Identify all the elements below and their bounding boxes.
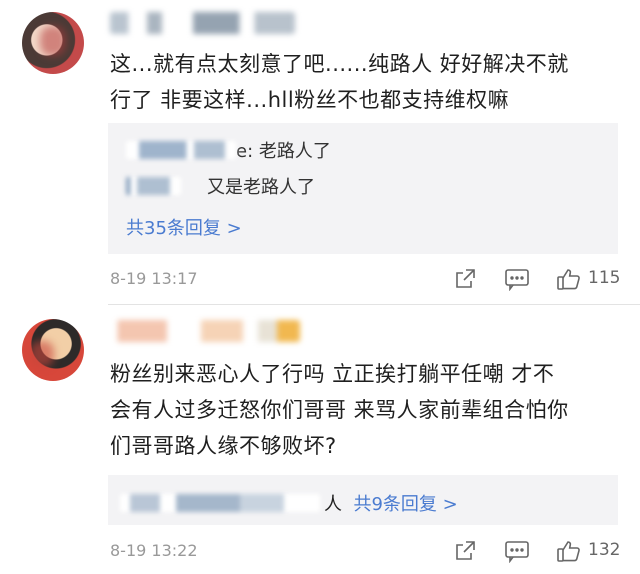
comment-button[interactable]: [502, 536, 532, 566]
reply-box: e: 老路人了 又是老路人了 共35条回复 >: [108, 123, 618, 254]
comment-item: 粉丝别来恶心人了行吗 立正挨打躺平任嘲 才不 会有人过多迁怒你们哥哥 来骂人家前…: [0, 305, 640, 574]
thumbs-up-icon: [557, 541, 580, 562]
more-replies-link[interactable]: 共9条回复 >: [353, 494, 457, 515]
reply-summary: 人 共9条回复 >: [120, 490, 458, 516]
comment-meta: 8-19 13:22 132: [0, 536, 640, 566]
reply-item: 又是老路人了: [126, 173, 315, 199]
comment-text-line: 行了 非要这样...hll粉丝不也都支持维权嘛: [110, 88, 510, 112]
comment-text-line: 会有人过多迁怒你们哥哥 来骂人家前辈组合怕你: [110, 398, 569, 422]
like-button[interactable]: [554, 536, 584, 566]
more-replies-link[interactable]: 共35条回复 >: [126, 214, 242, 240]
comment-text-line: 粉丝别来恶心人了行吗 立正挨打躺平任嘲 才不: [110, 362, 555, 386]
reply-username-blurred[interactable]: [126, 177, 181, 195]
comment-text-line: 们哥哥路人缘不够败坏?: [110, 434, 337, 458]
avatar[interactable]: [22, 12, 84, 74]
reply-text: e: 老路人了: [236, 141, 331, 162]
like-count: 115: [588, 268, 621, 288]
comment-button[interactable]: [502, 264, 532, 294]
comment-feed: 这...就有点太刻意了吧......纯路人 好好解决不就 行了 非要这样...h…: [0, 0, 640, 574]
timestamp: 8-19 13:22: [110, 541, 198, 560]
comment-text: 粉丝别来恶心人了行吗 立正挨打躺平任嘲 才不 会有人过多迁怒你们哥哥 来骂人家前…: [110, 356, 610, 464]
thumbs-up-icon: [557, 269, 580, 290]
reply-username-blurred[interactable]: [126, 141, 236, 159]
reply-username-blurred[interactable]: [120, 494, 320, 512]
share-icon: [456, 541, 475, 560]
username-blurred[interactable]: [110, 320, 300, 342]
reply-text: 又是老路人了: [207, 177, 315, 198]
like-button[interactable]: [554, 264, 584, 294]
comment-text-line: 这...就有点太刻意了吧......纯路人 好好解决不就: [110, 52, 569, 76]
share-icon: [456, 269, 475, 288]
comment-item: 这...就有点太刻意了吧......纯路人 好好解决不就 行了 非要这样...h…: [0, 0, 640, 305]
like-count: 132: [588, 540, 621, 560]
username-blurred[interactable]: [110, 12, 295, 34]
timestamp: 8-19 13:17: [110, 269, 198, 288]
comment-text: 这...就有点太刻意了吧......纯路人 好好解决不就 行了 非要这样...h…: [110, 46, 610, 118]
reply-item: e: 老路人了: [126, 137, 331, 163]
share-button[interactable]: [450, 264, 480, 294]
comment-icon: [505, 541, 529, 563]
reply-text: 人: [324, 494, 342, 515]
share-button[interactable]: [450, 536, 480, 566]
comment-meta: 8-19 13:17 115: [0, 264, 640, 294]
avatar[interactable]: [22, 319, 84, 381]
comment-icon: [505, 269, 529, 291]
reply-box: 人 共9条回复 >: [108, 475, 618, 525]
